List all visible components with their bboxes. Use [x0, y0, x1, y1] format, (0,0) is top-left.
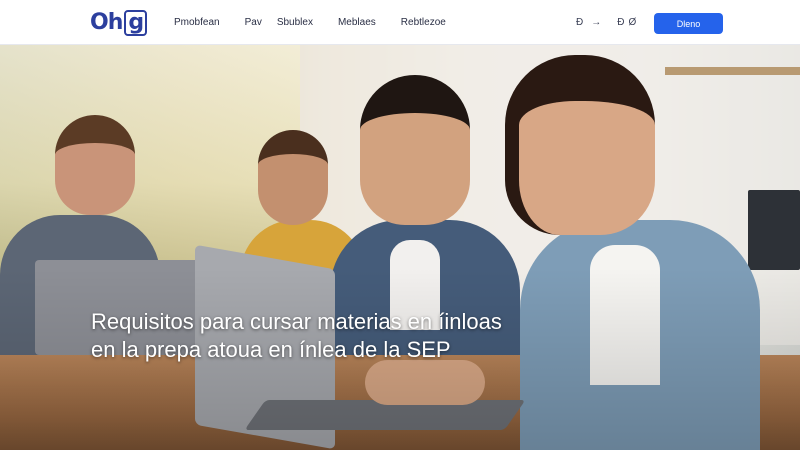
- arrow-right-icon[interactable]: →: [591, 17, 601, 28]
- site-logo[interactable]: Oh g: [90, 8, 148, 38]
- header-tools: Đ → Đ Ø: [576, 0, 636, 45]
- nav-item-1[interactable]: Pmobfean: [174, 17, 220, 28]
- nav-item-5[interactable]: Rebtlezoe: [401, 17, 446, 28]
- hero-overlay: [0, 45, 800, 450]
- hero-title-line-1: Requisitos para cursar materias en íinlo…: [91, 309, 502, 334]
- main-nav: Pmobfean Pav Sbublex Meblaes Rebtlezoe: [174, 0, 471, 45]
- nav-item-4[interactable]: Meblaes: [338, 17, 376, 28]
- settings-icon[interactable]: Ø: [628, 17, 636, 28]
- nav-item-3[interactable]: Sbublex: [277, 17, 313, 28]
- account-icon-2[interactable]: Đ: [617, 17, 624, 28]
- top-header: Oh g Pmobfean Pav Sbublex Meblaes Rebtlez…: [0, 0, 800, 45]
- account-icon[interactable]: Đ: [576, 17, 583, 28]
- demo-button[interactable]: Dleno: [654, 13, 723, 34]
- hero-banner: Requisitos para cursar materias en íinlo…: [0, 45, 800, 450]
- nav-item-2[interactable]: Pav: [245, 17, 262, 28]
- hero-title-line-2: en la prepa atoua en ínlea de la SEP: [91, 337, 451, 362]
- hero-title: Requisitos para cursar materias en íinlo…: [91, 308, 591, 364]
